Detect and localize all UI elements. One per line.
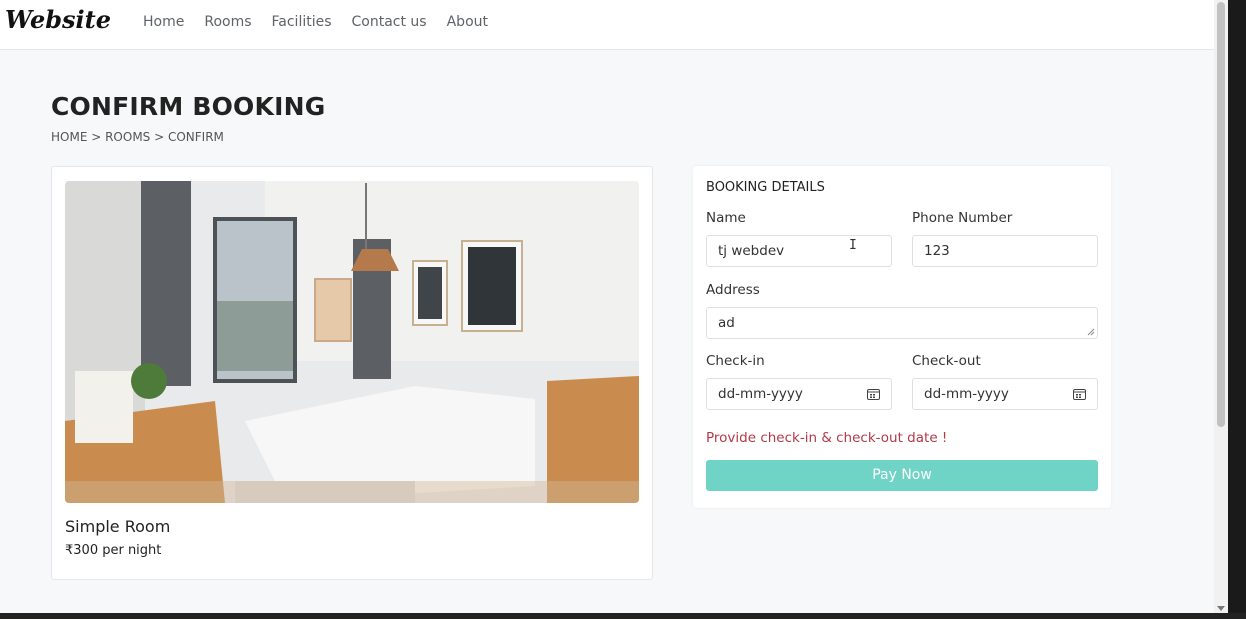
date-error-message: Provide check-in & check-out date ! [706, 430, 948, 446]
checkin-label: Check-in [706, 353, 765, 369]
nav-rooms[interactable]: Rooms [204, 14, 251, 30]
name-input[interactable]: tj webdev [706, 235, 892, 267]
address-textarea[interactable]: ad [706, 307, 1098, 339]
page-title: CONFIRM BOOKING [51, 92, 326, 121]
text-cursor-icon: I [849, 238, 857, 253]
nav-contact-us[interactable]: Contact us [352, 14, 427, 30]
room-card: Simple Room ₹300 per night [51, 166, 653, 580]
checkin-value: dd-mm-yyyy [718, 386, 803, 402]
checkout-input[interactable]: dd-mm-yyyy [912, 378, 1098, 410]
bottom-edge [0, 613, 1246, 619]
checkout-label: Check-out [912, 353, 981, 369]
nav-home[interactable]: Home [143, 14, 184, 30]
address-label: Address [706, 282, 760, 298]
nav-links: Home Rooms Facilities Contact us About [143, 14, 508, 30]
vertical-scrollbar[interactable] [1214, 0, 1228, 613]
name-label: Name [706, 210, 746, 226]
resize-handle-icon[interactable] [1087, 328, 1095, 336]
phone-label: Phone Number [912, 210, 1013, 226]
breadcrumb: HOME > ROOMS > CONFIRM [51, 130, 224, 144]
navbar: Website Home Rooms Facilities Contact us… [0, 0, 1214, 50]
booking-details-title: BOOKING DETAILS [706, 180, 825, 195]
brand-logo[interactable]: Website [5, 5, 111, 34]
nav-facilities[interactable]: Facilities [272, 14, 332, 30]
checkout-value: dd-mm-yyyy [924, 386, 1009, 402]
scroll-down-arrow-icon[interactable] [1217, 606, 1225, 611]
calendar-icon[interactable] [867, 388, 880, 400]
pay-now-button[interactable]: Pay Now [706, 460, 1098, 491]
address-value: ad [718, 315, 735, 331]
phone-input[interactable]: 123 [912, 235, 1098, 267]
window-edge [1228, 0, 1246, 619]
booking-details-card: BOOKING DETAILS Name tj webdev Phone Num… [693, 166, 1111, 508]
room-price: ₹300 per night [65, 543, 162, 558]
nav-about[interactable]: About [447, 14, 488, 30]
room-photo [65, 181, 639, 503]
checkin-input[interactable]: dd-mm-yyyy [706, 378, 892, 410]
room-name: Simple Room [65, 517, 171, 536]
scrollbar-thumb[interactable] [1217, 2, 1225, 427]
calendar-icon[interactable] [1073, 388, 1086, 400]
